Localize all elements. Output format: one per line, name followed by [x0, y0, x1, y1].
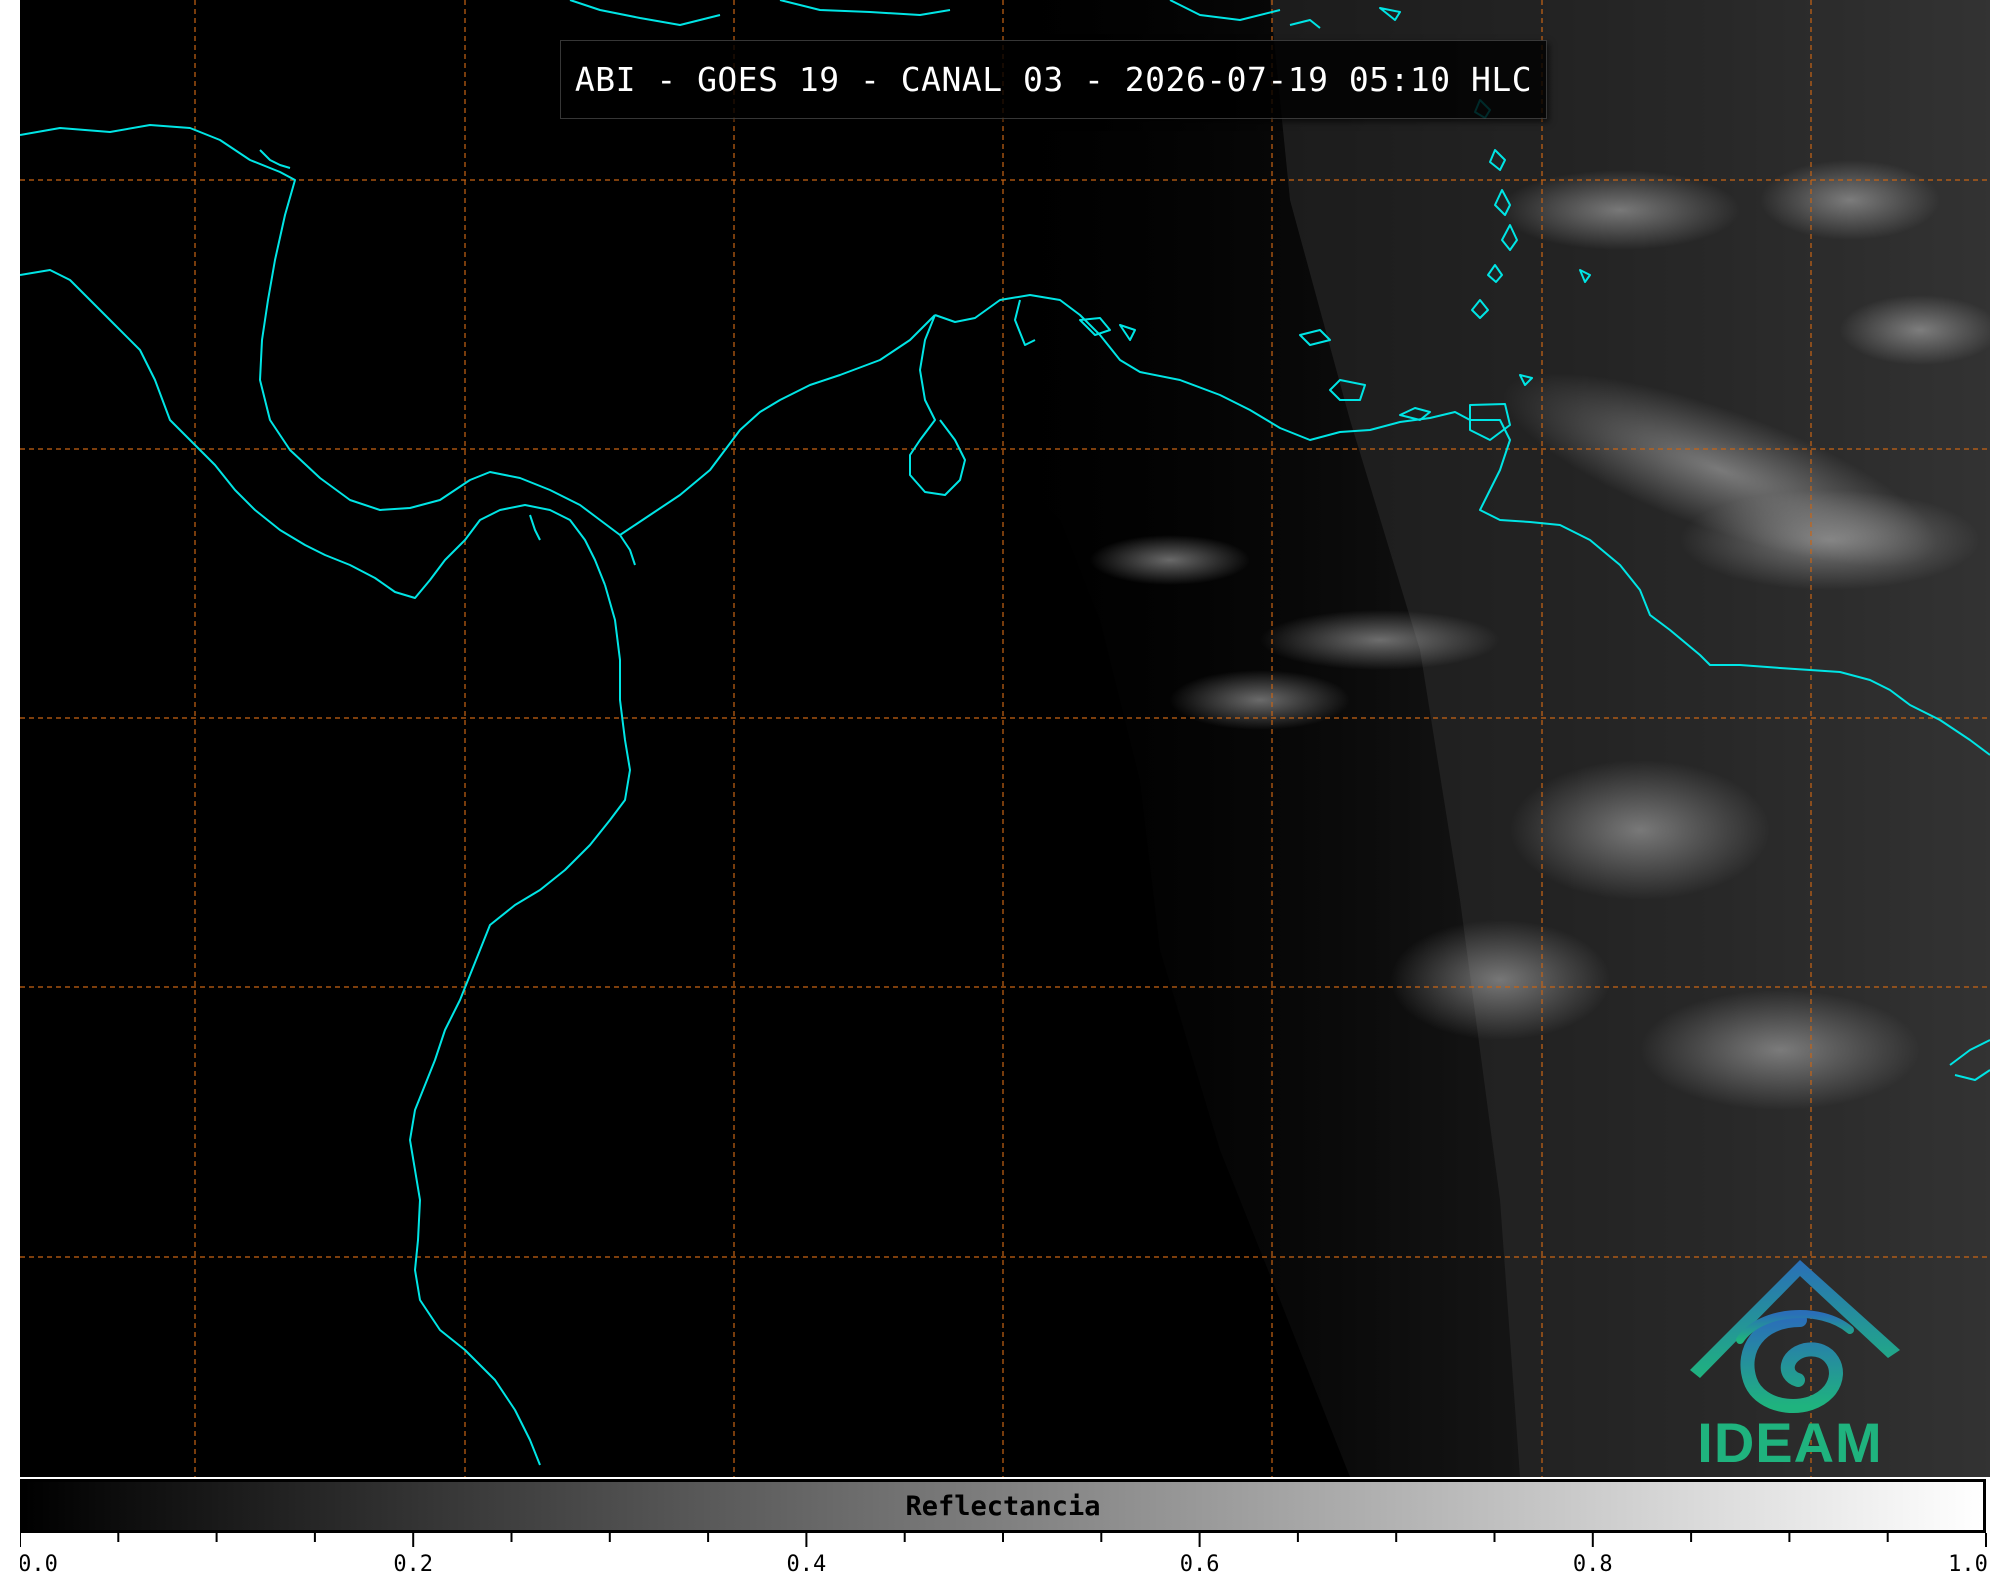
colorbar: Reflectancia	[20, 1479, 1986, 1533]
colorbar-tick-label: 0.8	[1573, 1552, 1613, 1577]
colorbar-tick-label: 0.4	[787, 1552, 827, 1577]
colorbar-label: Reflectancia	[905, 1490, 1101, 1522]
colorbar-tick-label: 0.0	[20, 1552, 58, 1577]
ideam-logo-text: IDEAM	[1697, 1411, 1883, 1474]
satellite-map: ABI - GOES 19 - CANAL 03 - 2026-07-19 05…	[20, 0, 1990, 1477]
colorbar-tick-label: 0.2	[393, 1552, 433, 1577]
title-banner: ABI - GOES 19 - CANAL 03 - 2026-07-19 05…	[560, 40, 1547, 119]
map-title: ABI - GOES 19 - CANAL 03 - 2026-07-19 05…	[574, 60, 1533, 99]
ideam-logo: IDEAM	[1670, 1250, 1910, 1475]
colorbar-tick-label: 1.0	[1948, 1552, 1988, 1577]
colorbar-ticks: 0.0 0.2 0.4 0.6 0.8 1.0	[20, 1533, 1988, 1577]
colorbar-tick-label: 0.6	[1180, 1552, 1220, 1577]
